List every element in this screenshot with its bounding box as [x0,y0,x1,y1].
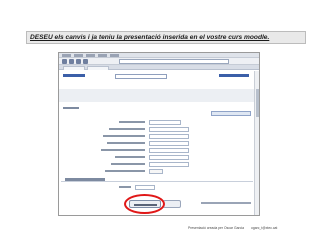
browser-toolbar [59,58,259,65]
page-header-band [59,89,255,102]
credit-author: Presentació creada per Oscar Garcia [188,226,244,230]
breadcrumb[interactable] [63,74,85,77]
address-bar[interactable] [119,59,229,64]
form-field[interactable] [149,127,189,132]
form-field[interactable] [149,120,181,125]
menu-item[interactable] [98,54,107,57]
form-label [107,142,145,144]
menu-item[interactable] [86,54,95,57]
form-row [79,126,255,133]
form-field[interactable] [149,148,189,153]
reload-icon[interactable] [76,59,81,64]
cancel-button[interactable] [163,200,181,208]
form-label [119,186,131,188]
form-label [111,163,145,165]
form-label [119,121,145,123]
form-label [101,149,145,151]
credit-email: ogarc_t@xtec.cat [250,226,278,230]
form-row [79,168,255,175]
browser-tab[interactable] [87,66,109,70]
browser-window-screenshot [58,52,260,216]
search-input[interactable] [115,74,167,79]
form-row [119,184,159,190]
home-icon[interactable] [83,59,88,64]
forward-icon[interactable] [69,59,74,64]
form-row [79,133,255,140]
scrollbar-thumb[interactable] [256,89,259,117]
form-label [103,135,145,137]
form-field[interactable] [149,141,189,146]
section-heading [63,107,79,109]
form-label [109,128,145,130]
form-field[interactable] [149,155,189,160]
help-button[interactable] [211,111,251,116]
menu-item[interactable] [110,54,119,57]
browser-tabbar [59,65,259,70]
select-field[interactable] [135,185,155,190]
form-field[interactable] [149,134,189,139]
moodle-page [59,71,255,215]
vertical-scrollbar[interactable] [254,71,259,215]
form-field[interactable] [149,169,163,174]
fieldset-divider [61,181,253,182]
required-fields-note [201,202,251,204]
form-row [79,119,255,126]
slide-footer-credit: Presentació creada per Oscar Garcia ogar… [188,224,320,232]
slide-title: DESEU els canvis i ja teniu la presentac… [26,31,306,44]
form-row [79,140,255,147]
form-label [105,170,145,172]
form-field[interactable] [149,162,189,167]
form-label [115,156,145,158]
menu-item[interactable] [62,54,71,57]
highlight-circle [124,194,165,214]
form-row [79,161,255,168]
menu-item[interactable] [74,54,83,57]
back-icon[interactable] [62,59,67,64]
browser-tab[interactable] [63,66,85,70]
form-row [79,147,255,154]
nav-link[interactable] [219,74,249,77]
form-row [79,154,255,161]
